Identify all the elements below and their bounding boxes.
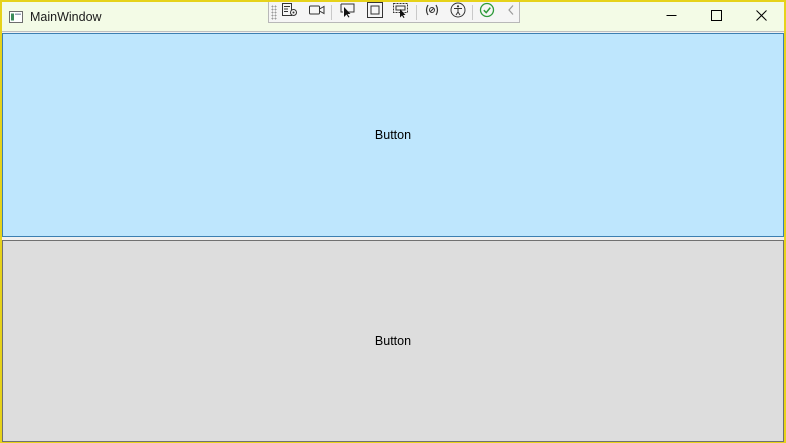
- app-window-icon: [9, 10, 23, 23]
- close-icon: [755, 8, 767, 26]
- maximize-icon: [710, 8, 722, 26]
- collapse-toolbar-button[interactable]: [501, 3, 521, 21]
- window-title: MainWindow: [30, 10, 102, 24]
- window-content: Button Button: [2, 31, 784, 442]
- toolbar-separator: [472, 5, 473, 20]
- live-visual-tree-icon: [281, 2, 299, 23]
- in-app-selection-ok-button[interactable]: [477, 2, 497, 23]
- toolbar-grip[interactable]: [271, 5, 277, 20]
- track-focused-element-icon: [392, 2, 410, 23]
- binding-failures-icon: [423, 2, 441, 23]
- record-button[interactable]: [307, 3, 327, 21]
- main-window: MainWindow Button Button: [0, 0, 786, 443]
- accessibility-button[interactable]: [448, 2, 468, 23]
- toolbar-separator: [416, 5, 417, 20]
- toolbar-separator: [331, 5, 332, 20]
- maximize-button[interactable]: [693, 2, 739, 31]
- minimize-button[interactable]: [648, 2, 694, 31]
- display-layout-adorners-button[interactable]: [365, 1, 385, 23]
- select-element-button[interactable]: [338, 3, 358, 21]
- binding-failures-button[interactable]: [422, 3, 442, 21]
- bottom-button-label: Button: [374, 334, 412, 348]
- collapse-chevron-icon: [505, 2, 517, 23]
- live-visual-tree-button[interactable]: [280, 2, 300, 23]
- checkmark-icon: [478, 2, 496, 23]
- select-element-icon: [339, 2, 357, 23]
- top-button[interactable]: Button: [2, 33, 784, 237]
- close-button[interactable]: [738, 2, 784, 31]
- display-layout-adorners-icon: [366, 1, 384, 23]
- minimize-icon: [666, 8, 677, 26]
- bottom-button[interactable]: Button: [2, 240, 784, 442]
- accessibility-icon: [449, 2, 467, 23]
- record-icon: [308, 2, 326, 23]
- top-button-label: Button: [374, 128, 412, 142]
- track-focused-element-button[interactable]: [391, 2, 411, 23]
- debug-toolbar: [268, 1, 521, 23]
